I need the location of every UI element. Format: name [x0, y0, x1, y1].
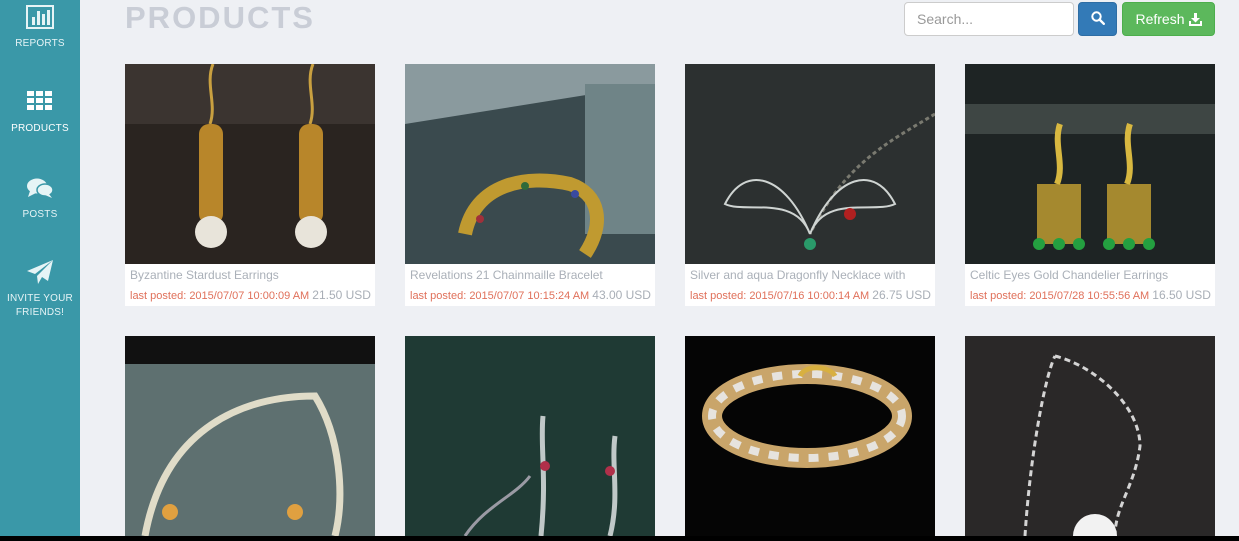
product-image[interactable]	[965, 64, 1215, 264]
product-name: Revelations 21 Chainmaille Bracelet	[410, 268, 603, 282]
product-price: 43.00 USD	[592, 288, 651, 302]
product-card[interactable]	[965, 336, 1215, 536]
product-meta: last posted: 2015/07/07 10:00:09 AM 21.5…	[130, 288, 375, 303]
product-price: 26.75 USD	[872, 288, 931, 302]
grid-icon	[27, 91, 52, 110]
sidebar: REPORTS PRODUCTS POSTS INVITE YOUR FRIEN…	[0, 0, 80, 541]
product-card[interactable]: Revelations 21 Chainmaille Bracelet last…	[405, 64, 655, 306]
sidebar-item-products[interactable]: PRODUCTS	[0, 91, 80, 136]
product-image[interactable]	[685, 336, 935, 536]
chat-bubbles-icon	[27, 178, 54, 198]
page-title: PRODUCTS	[125, 0, 315, 35]
product-card[interactable]	[685, 336, 935, 536]
search-input[interactable]	[904, 2, 1074, 36]
product-price: 21.50 USD	[312, 288, 371, 302]
product-card[interactable]	[125, 336, 375, 536]
last-posted: last posted: 2015/07/28 10:55:56 AM	[970, 290, 1150, 302]
sidebar-item-reports[interactable]: REPORTS	[0, 5, 80, 51]
product-image[interactable]	[405, 336, 655, 536]
product-card[interactable]: Celtic Eyes Gold Chandelier Earrings las…	[965, 64, 1215, 306]
refresh-label: Refresh	[1135, 11, 1185, 27]
search-button[interactable]	[1078, 2, 1117, 36]
product-name: Celtic Eyes Gold Chandelier Earrings	[970, 268, 1169, 282]
product-card[interactable]: Byzantine Stardust Earrings last posted:…	[125, 64, 375, 306]
refresh-button[interactable]: Refresh	[1122, 2, 1215, 36]
search-icon	[1090, 10, 1105, 25]
product-name: Silver and aqua Dragonfly Necklace with	[690, 268, 906, 282]
product-image[interactable]	[405, 64, 655, 264]
sidebar-item-label: INVITE YOUR	[7, 293, 73, 304]
product-meta: last posted: 2015/07/16 10:00:14 AM 26.7…	[690, 288, 935, 303]
sidebar-item-label: REPORTS	[15, 38, 65, 49]
product-image[interactable]	[965, 336, 1215, 536]
sidebar-item-invite[interactable]: INVITE YOUR FRIENDS!	[0, 259, 80, 320]
product-image[interactable]	[685, 64, 935, 264]
product-name: Byzantine Stardust Earrings	[130, 268, 279, 282]
last-posted: last posted: 2015/07/07 10:15:24 AM	[410, 290, 590, 302]
sidebar-item-label: FRIENDS!	[15, 307, 65, 318]
product-card[interactable]	[405, 336, 655, 536]
bottom-border	[0, 536, 1239, 541]
product-image[interactable]	[125, 64, 375, 264]
product-card[interactable]: Silver and aqua Dragonfly Necklace with …	[685, 64, 935, 306]
product-price: 16.50 USD	[1152, 288, 1211, 302]
sidebar-item-label: PRODUCTS	[11, 123, 69, 134]
paper-plane-icon	[27, 260, 53, 284]
last-posted: last posted: 2015/07/07 10:00:09 AM	[130, 290, 310, 302]
product-image[interactable]	[125, 336, 375, 536]
last-posted: last posted: 2015/07/16 10:00:14 AM	[690, 290, 870, 302]
product-meta: last posted: 2015/07/07 10:15:24 AM 43.0…	[410, 288, 655, 303]
sidebar-item-label: POSTS	[22, 209, 58, 220]
download-icon	[1188, 12, 1202, 26]
bar-chart-icon	[26, 5, 54, 29]
product-meta: last posted: 2015/07/28 10:55:56 AM 16.5…	[970, 288, 1215, 303]
sidebar-item-posts[interactable]: POSTS	[0, 177, 80, 222]
